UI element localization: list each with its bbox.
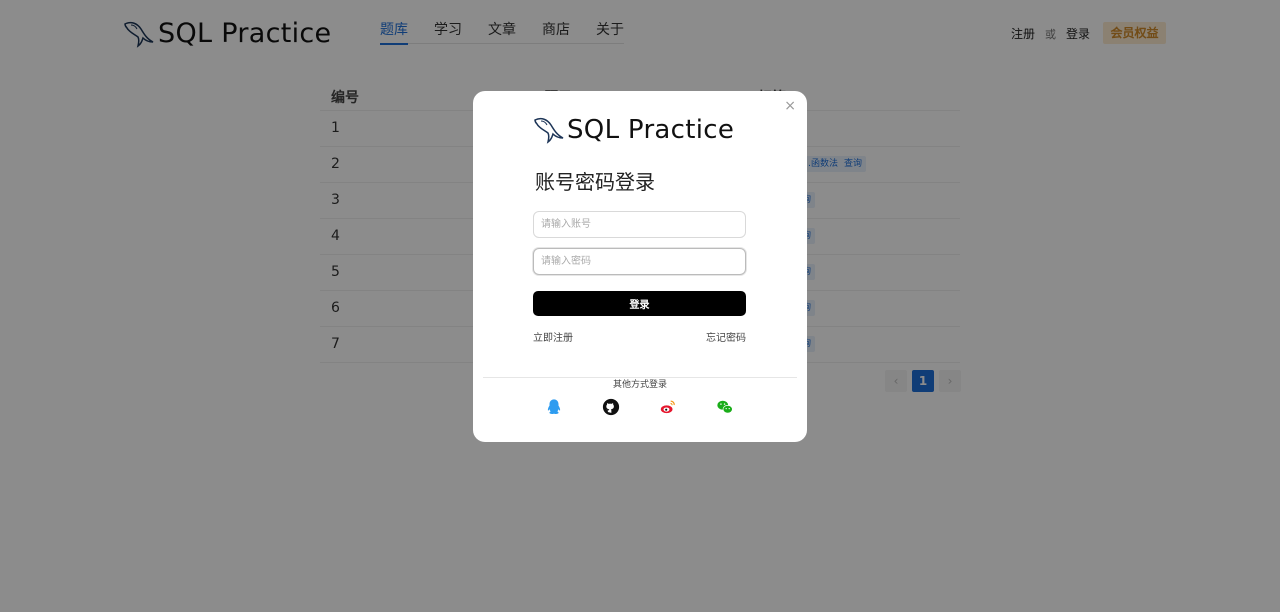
modal-logo-text: SQL Practice: [567, 115, 735, 145]
account-input[interactable]: [533, 211, 746, 238]
dolphin-icon: [534, 117, 564, 144]
weibo-icon[interactable]: [657, 396, 679, 418]
password-input[interactable]: [533, 248, 746, 275]
github-icon[interactable]: [600, 396, 622, 418]
social-login: [543, 396, 771, 418]
login-button[interactable]: 登录: [533, 291, 746, 316]
login-modal: × SQL Practice 账号密码登录 登录 立即注册 忘记密码 其他方式登…: [473, 91, 807, 442]
close-icon[interactable]: ×: [784, 99, 796, 113]
modal-logo: SQL Practice: [533, 115, 734, 145]
qq-icon[interactable]: [543, 396, 565, 418]
forgot-password-link[interactable]: 忘记密码: [706, 329, 746, 344]
modal-title: 账号密码登录: [535, 170, 655, 194]
wechat-icon[interactable]: [714, 396, 736, 418]
other-methods-label: 其他方式登录: [473, 372, 807, 391]
register-now-link[interactable]: 立即注册: [533, 329, 573, 344]
